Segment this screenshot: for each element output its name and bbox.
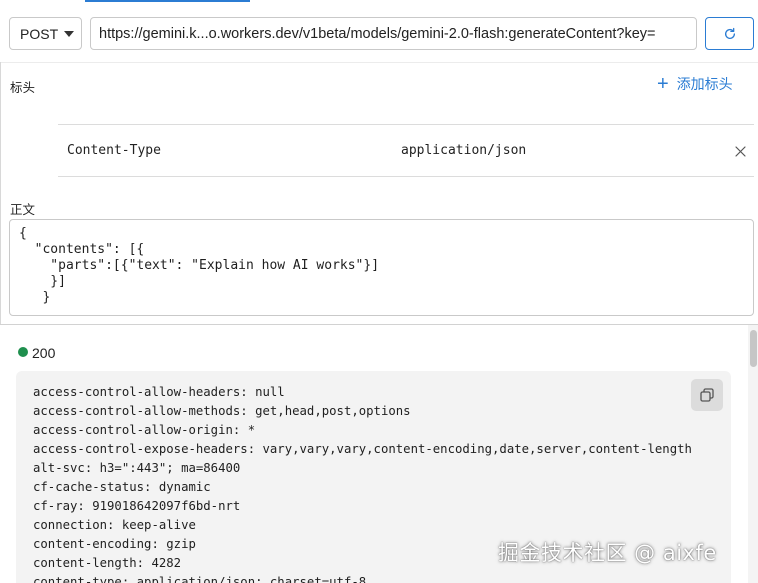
response-header-line: content-type: application/json; charset=… [33, 575, 367, 583]
watermark: 掘金技术社区 @ aixfe [498, 541, 717, 565]
add-header-label: 添加标头 [676, 76, 733, 92]
body-editor[interactable]: { "contents": [{ "parts":[{"text": "Expl… [9, 219, 754, 316]
caret-down-icon [64, 30, 75, 37]
remove-header-button[interactable] [732, 143, 748, 159]
response-header-line: access-control-allow-origin: * [33, 423, 256, 437]
method-select[interactable]: POST [9, 17, 82, 50]
section-divider [0, 62, 758, 63]
response-header-line: access-control-allow-methods: get,head,p… [33, 404, 411, 418]
refresh-button[interactable] [705, 17, 754, 50]
plus-icon: + [657, 73, 669, 95]
response-header-line: connection: keep-alive [33, 518, 196, 532]
copy-button[interactable] [691, 379, 723, 411]
status-dot-icon [18, 347, 28, 357]
headers-section-label: 标头 [10, 81, 36, 95]
response-scrollbar-thumb[interactable] [750, 330, 757, 367]
response-header-line: alt-svc: h3=":443"; ma=86400 [33, 461, 241, 475]
response-header-line: cf-cache-status: dynamic [33, 480, 211, 494]
method-label: POST [20, 25, 59, 42]
header-value-field[interactable]: application/json [401, 143, 526, 158]
response-header-line: access-control-expose-headers: vary,vary… [33, 442, 692, 456]
add-header-button[interactable]: + 添加标头 [657, 74, 733, 94]
copy-icon [700, 388, 714, 402]
body-content: { "contents": [{ "parts":[{"text": "Expl… [19, 226, 380, 305]
response-header-line: access-control-allow-headers: null [33, 385, 285, 399]
header-row-divider [58, 176, 754, 177]
response-header-line: cf-ray: 919018642097f6bd-nrt [33, 499, 241, 513]
response-divider [0, 324, 758, 325]
header-key-field[interactable]: Content-Type [67, 143, 161, 158]
close-icon [734, 145, 746, 157]
header-row-divider [58, 124, 754, 125]
url-input[interactable] [90, 17, 697, 50]
status-code: 200 [32, 345, 56, 361]
request-bar: POST [0, 8, 758, 58]
active-tab-indicator [85, 0, 250, 2]
refresh-icon [724, 27, 735, 39]
body-section-label: 正文 [10, 203, 36, 217]
panel-border [0, 62, 1, 324]
